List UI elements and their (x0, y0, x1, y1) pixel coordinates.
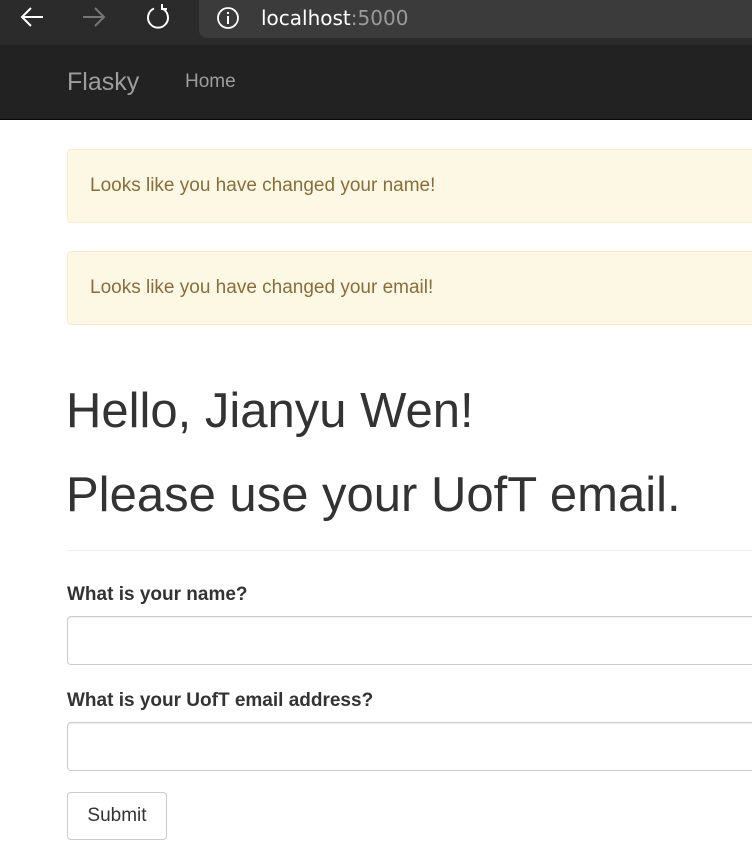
url-text: localhost:5000 (261, 5, 408, 31)
page-title: Hello, Jianyu Wen! (66, 384, 474, 438)
reload-icon (147, 4, 169, 29)
arrow-right-icon (83, 7, 106, 27)
header-divider (67, 550, 752, 551)
forward-button[interactable] (79, 2, 109, 32)
submit-button[interactable]: Submit (67, 792, 167, 840)
flash-alert: Looks like you have changed your email! (67, 251, 752, 325)
email-label: What is your UofT email address? (67, 690, 374, 711)
browser-toolbar: localhost:5000 (0, 0, 752, 45)
address-bar[interactable]: localhost:5000 (199, 0, 752, 38)
arrow-left-icon (20, 7, 43, 27)
info-icon[interactable] (216, 6, 240, 30)
nav-item-home[interactable]: Home (185, 71, 236, 93)
name-field[interactable] (67, 616, 752, 665)
back-button[interactable] (17, 2, 47, 32)
name-label: What is your name? (67, 584, 248, 605)
navbar: Flasky Home (0, 45, 752, 120)
url-host: localhost (261, 6, 351, 30)
navbar-brand[interactable]: Flasky (67, 67, 139, 97)
page-subtitle: Please use your UofT email. (66, 468, 681, 522)
url-port: :5000 (350, 6, 409, 30)
flash-alert: Looks like you have changed your name! (67, 149, 752, 223)
email-field[interactable] (67, 722, 752, 771)
reload-button[interactable] (143, 2, 173, 32)
